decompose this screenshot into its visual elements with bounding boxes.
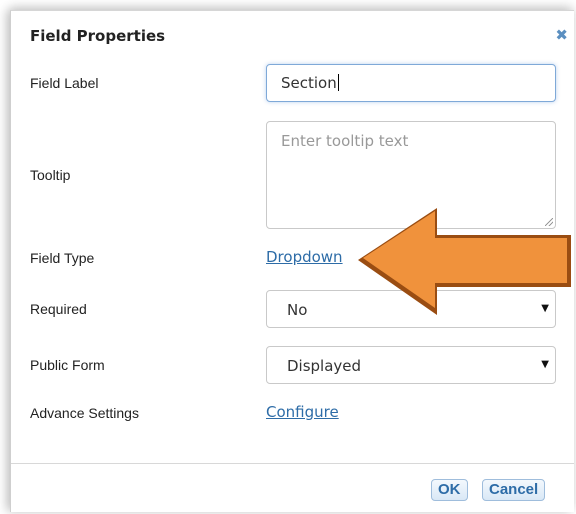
- required-label: Required: [30, 301, 87, 317]
- tooltip-placeholder: Enter tooltip text: [281, 132, 409, 150]
- text-caret: [337, 74, 339, 91]
- field-type-link[interactable]: Dropdown: [266, 248, 343, 266]
- dialog-title: Field Properties: [30, 27, 166, 45]
- public-form-select[interactable]: Displayed ▼: [266, 346, 556, 384]
- public-form-label: Public Form: [30, 357, 105, 373]
- configure-link[interactable]: Configure: [266, 403, 339, 421]
- arrow-body: [363, 211, 567, 308]
- field-label-label: Field Label: [30, 75, 99, 91]
- close-icon[interactable]: ✖: [555, 28, 568, 43]
- required-selected-value: No: [287, 301, 308, 319]
- public-form-selected-value: Displayed: [287, 357, 362, 375]
- callout-arrow: [358, 208, 571, 315]
- footer-divider: [11, 463, 574, 464]
- field-label-value: Section: [281, 74, 337, 92]
- chevron-down-icon: ▼: [541, 359, 549, 370]
- tooltip-label: Tooltip: [30, 167, 71, 183]
- cancel-button[interactable]: Cancel: [482, 479, 546, 501]
- advance-settings-label: Advance Settings: [30, 405, 139, 421]
- field-type-label: Field Type: [30, 250, 95, 266]
- field-label-input[interactable]: Section: [266, 64, 556, 102]
- ok-button[interactable]: OK: [431, 479, 468, 501]
